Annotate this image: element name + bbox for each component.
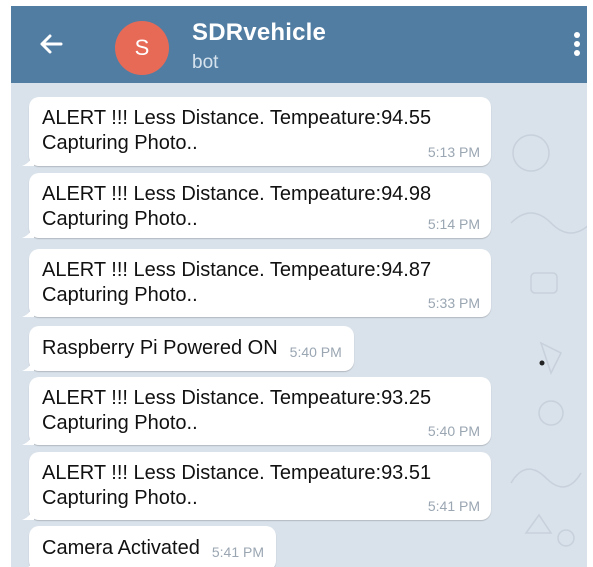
message-text: Capturing Photo.. — [42, 132, 198, 154]
message-text: Raspberry Pi Powered ON — [42, 337, 278, 359]
message-text: Capturing Photo.. — [42, 487, 198, 509]
menu-button[interactable] — [563, 26, 591, 62]
chat-title[interactable]: SDRvehicle — [192, 19, 326, 47]
bubble-tail — [22, 359, 34, 371]
message-time: 5:40 PM — [427, 423, 480, 439]
message-time: 5:41 PM — [211, 544, 264, 560]
message-text: ALERT !!! Less Distance. Tempeature:94.9… — [42, 183, 432, 205]
message-list[interactable]: ALERT !!! Less Distance. Tempeature:94.5… — [11, 83, 587, 567]
chat-subtitle: bot — [192, 52, 219, 73]
message-time: 5:41 PM — [427, 498, 480, 514]
bubble-tail — [28, 559, 34, 567]
bubble-tail — [22, 154, 34, 166]
message-text: ALERT !!! Less Distance. Tempeature:94.8… — [42, 259, 432, 281]
bubble-tail — [22, 508, 34, 520]
message-time: 5:40 PM — [289, 344, 342, 360]
message-bubble[interactable]: Raspberry Pi Powered ON 5:40 PM — [22, 326, 354, 371]
arrow-left-icon — [40, 34, 63, 54]
message-text: Capturing Photo.. — [42, 284, 198, 306]
bubble-tail — [22, 433, 34, 445]
bubble-tail — [22, 226, 34, 238]
message-text: ALERT !!! Less Distance. Tempeature:93.2… — [42, 387, 432, 409]
message-time: 5:33 PM — [427, 295, 480, 311]
message-bubble[interactable]: ALERT !!! Less Distance. Tempeature:94.9… — [22, 173, 491, 238]
message-bubble[interactable]: ALERT !!! Less Distance. Tempeature:93.2… — [22, 377, 491, 445]
message-bubble[interactable]: ALERT !!! Less Distance. Tempeature:94.5… — [22, 97, 491, 166]
message-text: Capturing Photo.. — [42, 208, 198, 230]
chat-header: S SDRvehicle bot — [11, 6, 587, 83]
message-time: 5:13 PM — [427, 144, 480, 160]
message-text: Capturing Photo.. — [42, 412, 198, 434]
message-bubble[interactable]: ALERT !!! Less Distance. Tempeature:94.8… — [22, 249, 491, 317]
telegram-chat-screen: S SDRvehicle bot ALERT !!! Less Distance… — [0, 0, 593, 567]
message-time: 5:14 PM — [427, 216, 480, 232]
message-text: ALERT !!! Less Distance. Tempeature:93.5… — [42, 462, 432, 484]
message-bubble[interactable]: ALERT !!! Less Distance. Tempeature:93.5… — [22, 452, 491, 520]
back-button[interactable] — [33, 26, 69, 62]
avatar[interactable]: S — [115, 21, 169, 75]
more-vertical-icon — [574, 32, 580, 56]
message-bubble[interactable]: Camera Activated 5:41 PM — [28, 526, 276, 567]
message-text: ALERT !!! Less Distance. Tempeature:94.5… — [42, 107, 432, 129]
message-text: Camera Activated — [42, 537, 200, 559]
bubble-tail — [22, 305, 34, 317]
